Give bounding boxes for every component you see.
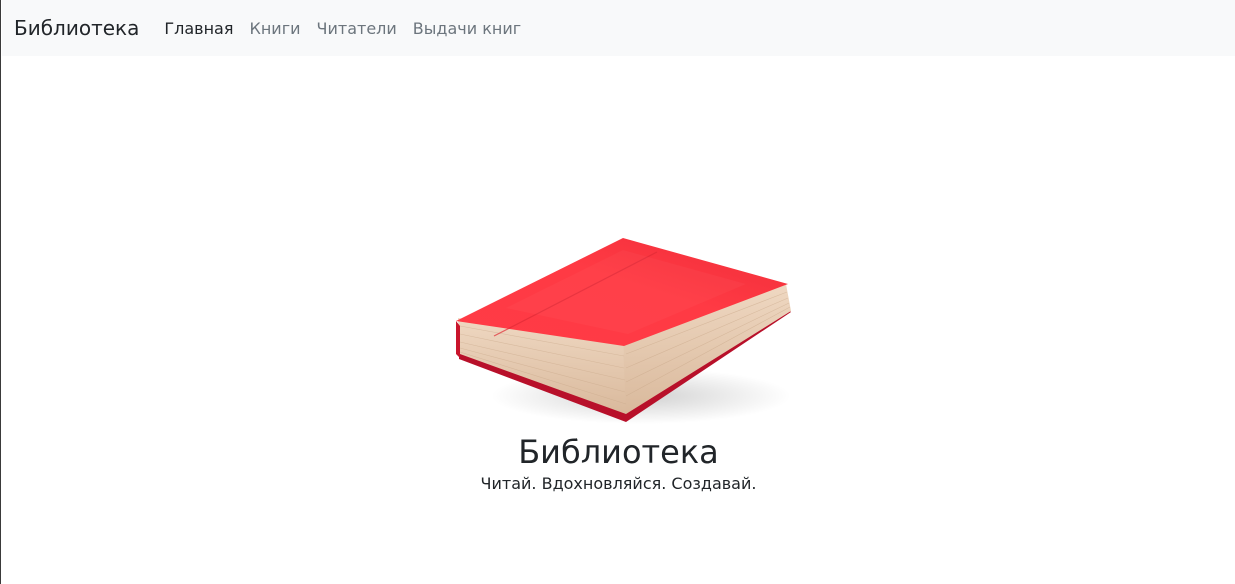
- hero-title: Библиотека: [518, 433, 719, 472]
- hero-subtitle: Читай. Вдохновляйся. Создавай.: [480, 474, 757, 493]
- navbar-brand[interactable]: Библиотека: [14, 16, 139, 40]
- nav-links: Главная Книги Читатели Выдачи книг: [156, 19, 529, 38]
- nav-link-home[interactable]: Главная: [156, 19, 241, 38]
- hero-section: Библиотека Читай. Вдохновляйся. Создавай…: [1, 56, 1235, 584]
- nav-link-readers[interactable]: Читатели: [309, 19, 405, 38]
- book-spine: [456, 321, 460, 358]
- top-navbar: Библиотека Главная Книги Читатели Выдачи…: [2, 0, 1235, 56]
- red-book-image: [456, 238, 791, 424]
- app-window: Библиотека Главная Книги Читатели Выдачи…: [0, 0, 1235, 584]
- nav-link-books[interactable]: Книги: [241, 19, 308, 38]
- nav-link-loans[interactable]: Выдачи книг: [405, 19, 529, 38]
